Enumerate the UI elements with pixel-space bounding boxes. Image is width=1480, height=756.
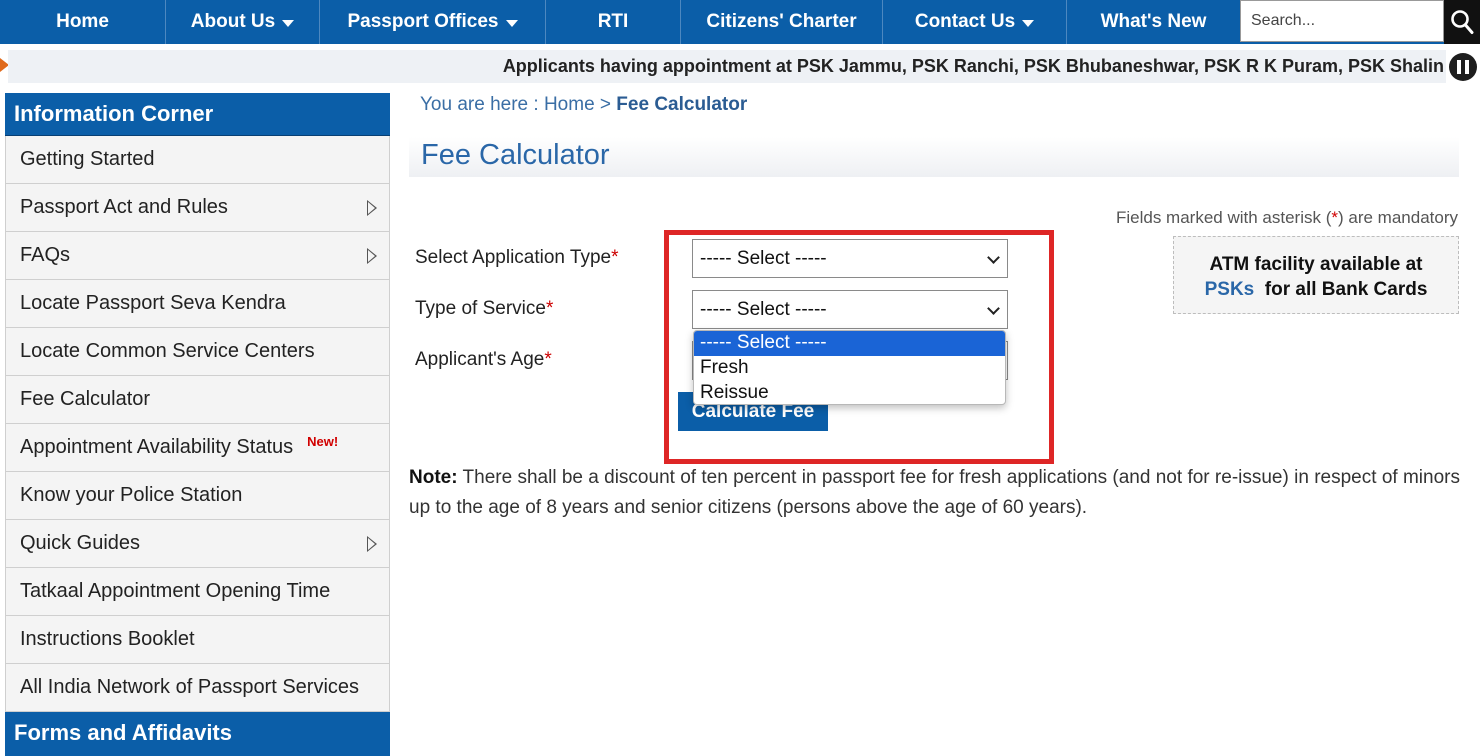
ticker-pause-button[interactable] — [1449, 53, 1477, 81]
caret-down-icon — [282, 19, 295, 27]
caret-down-icon — [505, 19, 518, 27]
sidebar-item-locate-psk[interactable]: Locate Passport Seva Kendra — [5, 280, 390, 328]
service-type-dropdown-list: ----- Select ----- Fresh Reissue — [693, 330, 1006, 405]
search-icon — [1451, 10, 1474, 34]
psks-link[interactable]: PSKs — [1205, 279, 1255, 300]
sidebar-item-passport-act-and-rules[interactable]: Passport Act and Rules — [5, 184, 390, 232]
application-type-select[interactable]: ----- Select ----- — [692, 239, 1008, 278]
triangle-right-icon — [367, 248, 377, 264]
page-title: Fee Calculator — [421, 139, 610, 171]
nav-about-us[interactable]: About Us — [166, 0, 320, 44]
dropdown-option-fresh[interactable]: Fresh — [694, 356, 1005, 381]
applicant-age-label: Applicant's Age* — [415, 349, 552, 370]
dropdown-option-select[interactable]: ----- Select ----- — [694, 331, 1005, 356]
nav-whats-new[interactable]: What's New — [1067, 0, 1240, 44]
sidebar-item-police-station[interactable]: Know your Police Station — [5, 472, 390, 520]
nav-citizens-charter[interactable]: Citizens' Charter — [681, 0, 883, 44]
application-type-label: Select Application Type* — [415, 247, 619, 268]
chevron-down-icon — [987, 302, 1000, 315]
breadcrumb-home-link[interactable]: Home — [544, 94, 595, 115]
caret-down-icon — [1022, 19, 1035, 27]
triangle-right-icon — [367, 200, 377, 216]
news-ticker: Applicants having appointment at PSK Jam… — [8, 50, 1446, 83]
pause-icon — [1457, 60, 1461, 74]
ticker-text: Applicants having appointment at PSK Jam… — [502, 56, 1444, 76]
sidebar-heading-forms-affidavits[interactable]: Forms and Affidavits — [5, 712, 390, 756]
chevron-down-icon — [987, 251, 1000, 264]
sidebar-item-getting-started[interactable]: Getting Started — [5, 136, 390, 184]
sidebar-item-fee-calculator[interactable]: Fee Calculator — [5, 376, 390, 424]
service-type-label: Type of Service* — [415, 298, 554, 319]
nav-contact-us[interactable]: Contact Us — [883, 0, 1067, 44]
atm-info-box: ATM facility available at PSKs for all B… — [1173, 236, 1459, 314]
sidebar-heading-information-corner: Information Corner — [5, 93, 390, 136]
search-button[interactable] — [1444, 0, 1480, 44]
breadcrumb-current: Fee Calculator — [616, 94, 748, 115]
sidebar-item-locate-csc[interactable]: Locate Common Service Centers — [5, 328, 390, 376]
nav-passport-offices[interactable]: Passport Offices — [320, 0, 546, 44]
sidebar-item-quick-guides[interactable]: Quick Guides — [5, 520, 390, 568]
triangle-right-icon — [367, 536, 377, 552]
discount-note: Note: There shall be a discount of ten p… — [409, 467, 1460, 518]
new-badge: New! — [307, 434, 339, 449]
service-type-select[interactable]: ----- Select ----- — [692, 290, 1008, 329]
breadcrumb: You are here : Home > Fee Calculator — [420, 94, 748, 115]
sidebar-item-instructions-booklet[interactable]: Instructions Booklet — [5, 616, 390, 664]
search-input[interactable] — [1240, 0, 1444, 42]
sidebar-item-all-india-network[interactable]: All India Network of Passport Services — [5, 664, 390, 712]
nav-rti[interactable]: RTI — [546, 0, 681, 44]
sidebar: Information Corner Getting Started Passp… — [5, 93, 390, 756]
nav-home[interactable]: Home — [0, 0, 166, 44]
dropdown-option-reissue[interactable]: Reissue — [694, 381, 1005, 404]
sidebar-item-tatkaal-time[interactable]: Tatkaal Appointment Opening Time — [5, 568, 390, 616]
sidebar-item-appointment-availability[interactable]: Appointment Availability Status New! — [5, 424, 390, 472]
mandatory-note: Fields marked with asterisk (*) are mand… — [1115, 208, 1458, 227]
sidebar-item-faqs[interactable]: FAQs — [5, 232, 390, 280]
